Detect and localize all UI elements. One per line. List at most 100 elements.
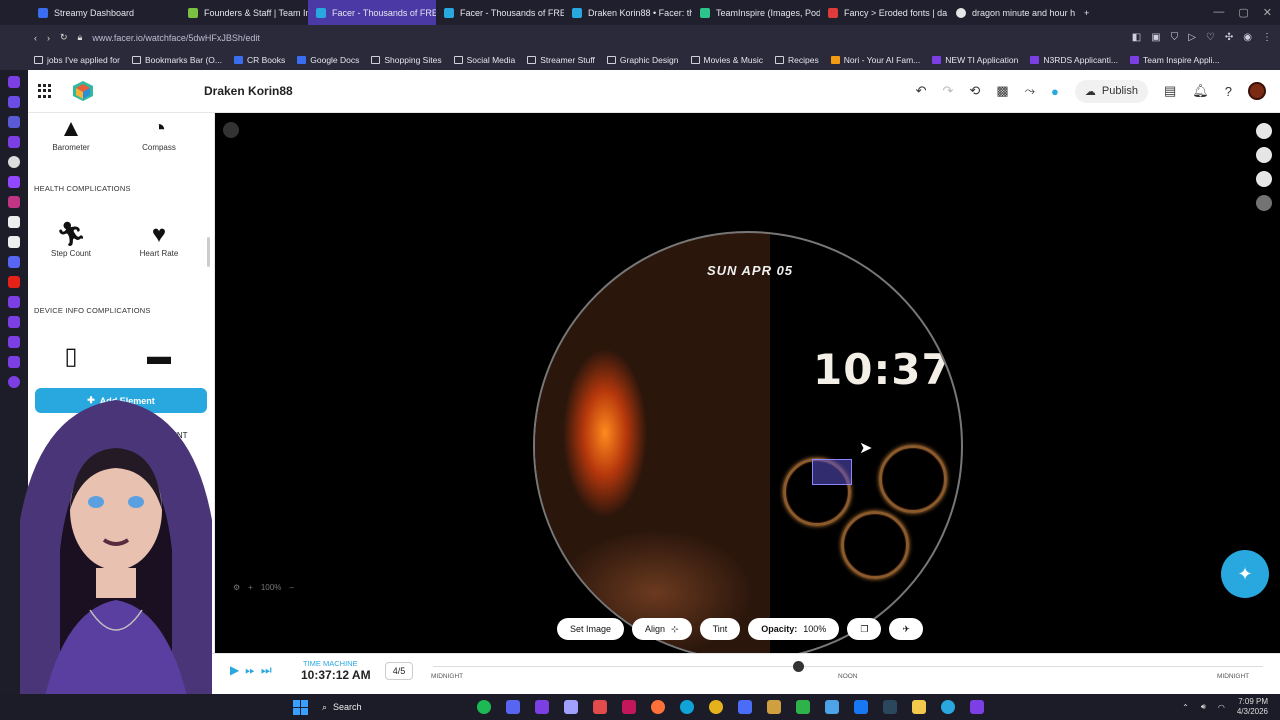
system-clock[interactable]: 7:09 PM 4/3/2026 bbox=[1237, 697, 1268, 717]
new-tab-button[interactable]: + bbox=[1076, 0, 1098, 25]
selection-box[interactable] bbox=[812, 459, 852, 485]
close-icon[interactable]: ✕ bbox=[1263, 6, 1272, 19]
set-image-button[interactable]: Set Image bbox=[557, 618, 625, 640]
chrome-icon[interactable] bbox=[709, 700, 723, 714]
app-icon[interactable] bbox=[8, 336, 20, 348]
timeline-track[interactable] bbox=[433, 666, 1263, 667]
bookmark[interactable]: N3RDS Applicanti... bbox=[1030, 55, 1118, 65]
layers-icon[interactable] bbox=[223, 122, 239, 138]
bookmark[interactable]: CR Books bbox=[233, 55, 285, 65]
timeline-knob[interactable] bbox=[793, 661, 805, 672]
bookmark[interactable]: Shopping Sites bbox=[371, 55, 442, 65]
forward-icon[interactable]: › bbox=[47, 33, 50, 43]
tint-button[interactable]: Tint bbox=[699, 618, 741, 640]
zoom-in-icon[interactable]: + bbox=[248, 583, 253, 592]
windows-start-icon[interactable] bbox=[293, 699, 308, 715]
zoom-out-icon[interactable]: – bbox=[289, 583, 293, 592]
bookmark[interactable]: jobs I've applied for bbox=[34, 55, 120, 65]
bookmark[interactable]: Bookmarks Bar (O... bbox=[131, 55, 222, 65]
device-icon[interactable] bbox=[1256, 171, 1272, 187]
undo-icon[interactable]: ↶ bbox=[916, 83, 927, 99]
folder-icon[interactable] bbox=[912, 700, 926, 714]
x-icon[interactable] bbox=[8, 236, 20, 248]
gear-icon[interactable] bbox=[8, 376, 20, 388]
extension-icon[interactable]: ▣ bbox=[1151, 32, 1160, 43]
spotify-icon[interactable] bbox=[477, 700, 491, 714]
complication-ring[interactable] bbox=[841, 511, 909, 579]
scrollbar[interactable] bbox=[207, 237, 210, 267]
maximize-icon[interactable]: ▢ bbox=[1238, 6, 1248, 19]
bookmark[interactable]: Google Docs bbox=[297, 55, 359, 65]
gear-icon[interactable]: ⚙ bbox=[233, 583, 240, 592]
app-icon[interactable] bbox=[970, 700, 984, 714]
discord-icon[interactable] bbox=[506, 700, 520, 714]
shield-icon[interactable]: ⛉ bbox=[1171, 32, 1179, 43]
app-icon[interactable] bbox=[8, 296, 20, 308]
opacity-control[interactable]: Opacity: 100% bbox=[748, 618, 840, 640]
app-icon[interactable] bbox=[8, 316, 20, 328]
profile-icon[interactable]: ◉ bbox=[1243, 32, 1252, 43]
tool-icon[interactable] bbox=[1256, 195, 1272, 211]
phone-battery-complication[interactable]: ▯ bbox=[36, 343, 106, 371]
youtube-icon[interactable] bbox=[8, 276, 20, 288]
publish-button[interactable]: ☁ Publish bbox=[1074, 79, 1148, 103]
barometer-complication[interactable]: ▲ Barometer bbox=[36, 115, 106, 152]
rocket-button[interactable]: ✈ bbox=[889, 618, 923, 640]
app-icon[interactable] bbox=[8, 96, 20, 108]
bookmark[interactable]: Nori - Your AI Fam... bbox=[830, 55, 920, 65]
app-icon[interactable] bbox=[941, 700, 955, 714]
heart-rate-complication[interactable]: ♥ Heart Rate bbox=[124, 221, 194, 258]
app-icon[interactable] bbox=[8, 76, 20, 88]
extension-icon[interactable]: ◧ bbox=[1132, 32, 1141, 43]
apps-grid-icon[interactable] bbox=[38, 84, 52, 98]
redo-icon[interactable]: ↷ bbox=[943, 83, 954, 99]
align-button[interactable]: Align ⊹ bbox=[632, 618, 692, 640]
bookmark[interactable]: NEW TI Application bbox=[932, 55, 1018, 65]
taskbar-search[interactable]: ⌕ Search bbox=[322, 702, 462, 713]
minimize-icon[interactable]: — bbox=[1213, 6, 1224, 19]
firefox-icon[interactable] bbox=[651, 700, 665, 714]
rocket-icon[interactable] bbox=[1256, 123, 1272, 139]
facebook-icon[interactable] bbox=[854, 700, 868, 714]
heart-icon[interactable]: ♡ bbox=[1206, 32, 1215, 43]
menu-icon[interactable]: ⋮ bbox=[1262, 32, 1272, 43]
twitch-icon[interactable] bbox=[8, 176, 20, 188]
editor-canvas[interactable]: SUN APR 05 10:37 ➤ ⚙ + 100% – bbox=[215, 113, 1280, 653]
bookmark[interactable]: Graphic Design bbox=[606, 55, 679, 65]
tab-2[interactable]: Founders & Staff | Team In bbox=[180, 0, 308, 25]
share-icon[interactable]: ⤳ bbox=[1025, 83, 1035, 99]
url-bar[interactable]: www.facer.io/watchface/5dwHFxJBSh/edit bbox=[92, 33, 1121, 43]
notepad-icon[interactable] bbox=[825, 700, 839, 714]
app-icon[interactable] bbox=[622, 700, 636, 714]
tab-4[interactable]: Facer - Thousands of FRE bbox=[436, 0, 564, 25]
skip-icon[interactable]: ⏭︎ bbox=[261, 663, 272, 678]
copy-button[interactable]: ❐ bbox=[847, 618, 882, 640]
history-icon[interactable]: ⟲ bbox=[969, 83, 980, 99]
app-icon[interactable] bbox=[796, 700, 810, 714]
step-count-complication[interactable]: 🏃︎ Step Count bbox=[36, 221, 106, 258]
bell-icon[interactable]: 🔔︎ bbox=[1192, 83, 1209, 99]
openai-icon[interactable] bbox=[8, 156, 20, 168]
chat-icon[interactable]: ▤ bbox=[1164, 83, 1176, 99]
bookmark[interactable]: Team Inspire Appli... bbox=[1130, 55, 1220, 65]
app-icon[interactable] bbox=[8, 116, 20, 128]
facer-logo[interactable] bbox=[72, 80, 94, 102]
tab-8[interactable]: dragon minute and hour h bbox=[948, 0, 1076, 25]
watch-battery-complication[interactable]: ▬ bbox=[124, 343, 194, 371]
compass-complication[interactable]: ◔ Compass bbox=[124, 115, 194, 152]
app-icon[interactable] bbox=[767, 700, 781, 714]
wifi-icon[interactable]: ◠ bbox=[1218, 703, 1225, 712]
discord-icon[interactable] bbox=[8, 256, 20, 268]
watch-face-preview[interactable]: SUN APR 05 10:37 bbox=[533, 231, 963, 653]
instagram-icon[interactable] bbox=[8, 196, 20, 208]
time-text[interactable]: 10:37 bbox=[813, 345, 952, 394]
watch-icon[interactable] bbox=[1256, 147, 1272, 163]
assistant-fab[interactable]: ✦ bbox=[1221, 550, 1269, 598]
tab-3[interactable]: Facer - Thousands of FRE bbox=[308, 0, 436, 25]
back-icon[interactable]: ‹ bbox=[34, 33, 37, 43]
app-icon[interactable] bbox=[8, 356, 20, 368]
steam-icon[interactable] bbox=[883, 700, 897, 714]
save-icon[interactable]: ▩ bbox=[996, 83, 1008, 99]
bookmark[interactable]: Movies & Music bbox=[690, 55, 763, 65]
complication-ring[interactable] bbox=[879, 445, 947, 513]
